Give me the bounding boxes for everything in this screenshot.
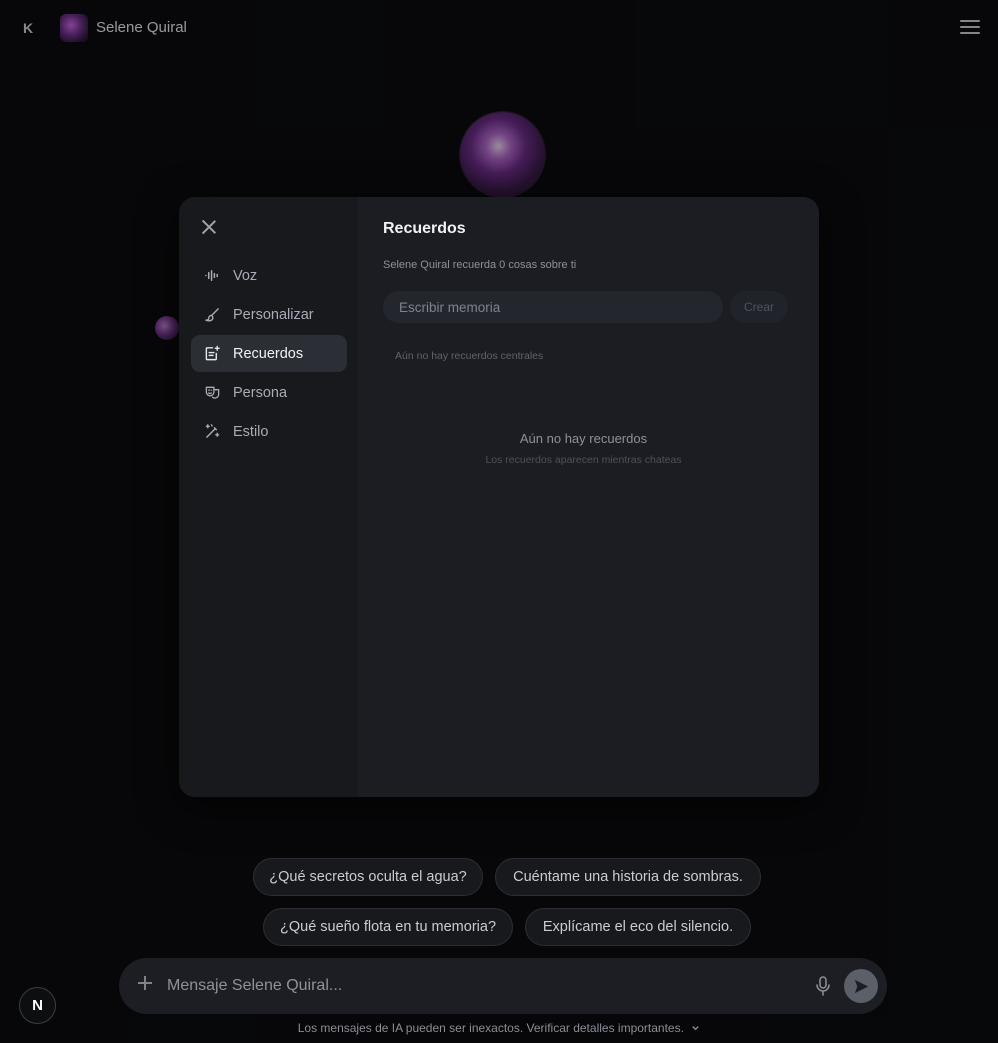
theater-mask-icon <box>203 384 221 402</box>
suggestion-chip[interactable]: Cuéntame una historia de sombras. <box>495 858 761 896</box>
memory-count-text: Selene Quiral recuerda 0 cosas sobre ti <box>383 259 577 271</box>
modal-sidebar: Voz Personalizar Recuerdos Persona Estil… <box>179 197 358 797</box>
message-input[interactable] <box>167 972 787 1000</box>
nav-label: Persona <box>233 384 288 401</box>
no-core-memories-text: Aún no hay recuerdos centrales <box>395 350 544 362</box>
nav-label: Personalizar <box>233 306 314 323</box>
nav-label: Recuerdos <box>233 345 304 362</box>
close-icon[interactable] <box>201 219 217 235</box>
panel-title: Recuerdos <box>383 220 466 237</box>
magic-wand-icon <box>203 423 221 441</box>
plus-icon[interactable] <box>137 975 153 991</box>
send-icon <box>854 979 868 993</box>
suggestion-chip[interactable]: Explícame el eco del silencio. <box>525 908 751 946</box>
suggestion-chip[interactable]: ¿Qué sueño flota en tu memoria? <box>263 908 513 946</box>
message-composer <box>119 958 887 1014</box>
chevron-down-icon[interactable] <box>691 1021 700 1035</box>
nav-item-estilo[interactable]: Estilo <box>191 413 347 450</box>
memories-panel: Recuerdos Selene Quiral recuerda 0 cosas… <box>358 197 819 797</box>
send-button[interactable] <box>844 969 878 1003</box>
empty-state-title: Aún no hay recuerdos <box>519 431 648 446</box>
nav-label: Voz <box>233 267 258 284</box>
empty-state-subtitle: Los recuerdos aparecen mientras chateas <box>485 454 682 466</box>
nav-item-personalizar[interactable]: Personalizar <box>191 296 347 333</box>
voice-wave-icon <box>203 267 221 285</box>
suggestion-chip[interactable]: ¿Qué secretos oculta el agua? <box>253 858 483 896</box>
microphone-icon[interactable] <box>813 975 833 997</box>
brush-icon <box>203 306 221 324</box>
n-logo-badge[interactable]: N <box>19 987 56 1024</box>
settings-modal: Voz Personalizar Recuerdos Persona Estil… <box>179 197 819 797</box>
create-memory-button[interactable]: Crear <box>730 291 788 323</box>
nav-label: Estilo <box>233 423 269 440</box>
nav-item-recuerdos[interactable]: Recuerdos <box>191 335 347 372</box>
disclaimer-text: Los mensajes de IA pueden ser inexactos.… <box>297 1021 684 1035</box>
memory-note-icon <box>203 345 221 363</box>
nav-item-voz[interactable]: Voz <box>191 257 347 294</box>
disclaimer-note[interactable]: Los mensajes de IA pueden ser inexactos.… <box>0 1021 998 1035</box>
nav-item-persona[interactable]: Persona <box>191 374 347 411</box>
settings-nav: Voz Personalizar Recuerdos Persona Estil… <box>191 257 347 452</box>
memory-input[interactable] <box>383 291 723 323</box>
